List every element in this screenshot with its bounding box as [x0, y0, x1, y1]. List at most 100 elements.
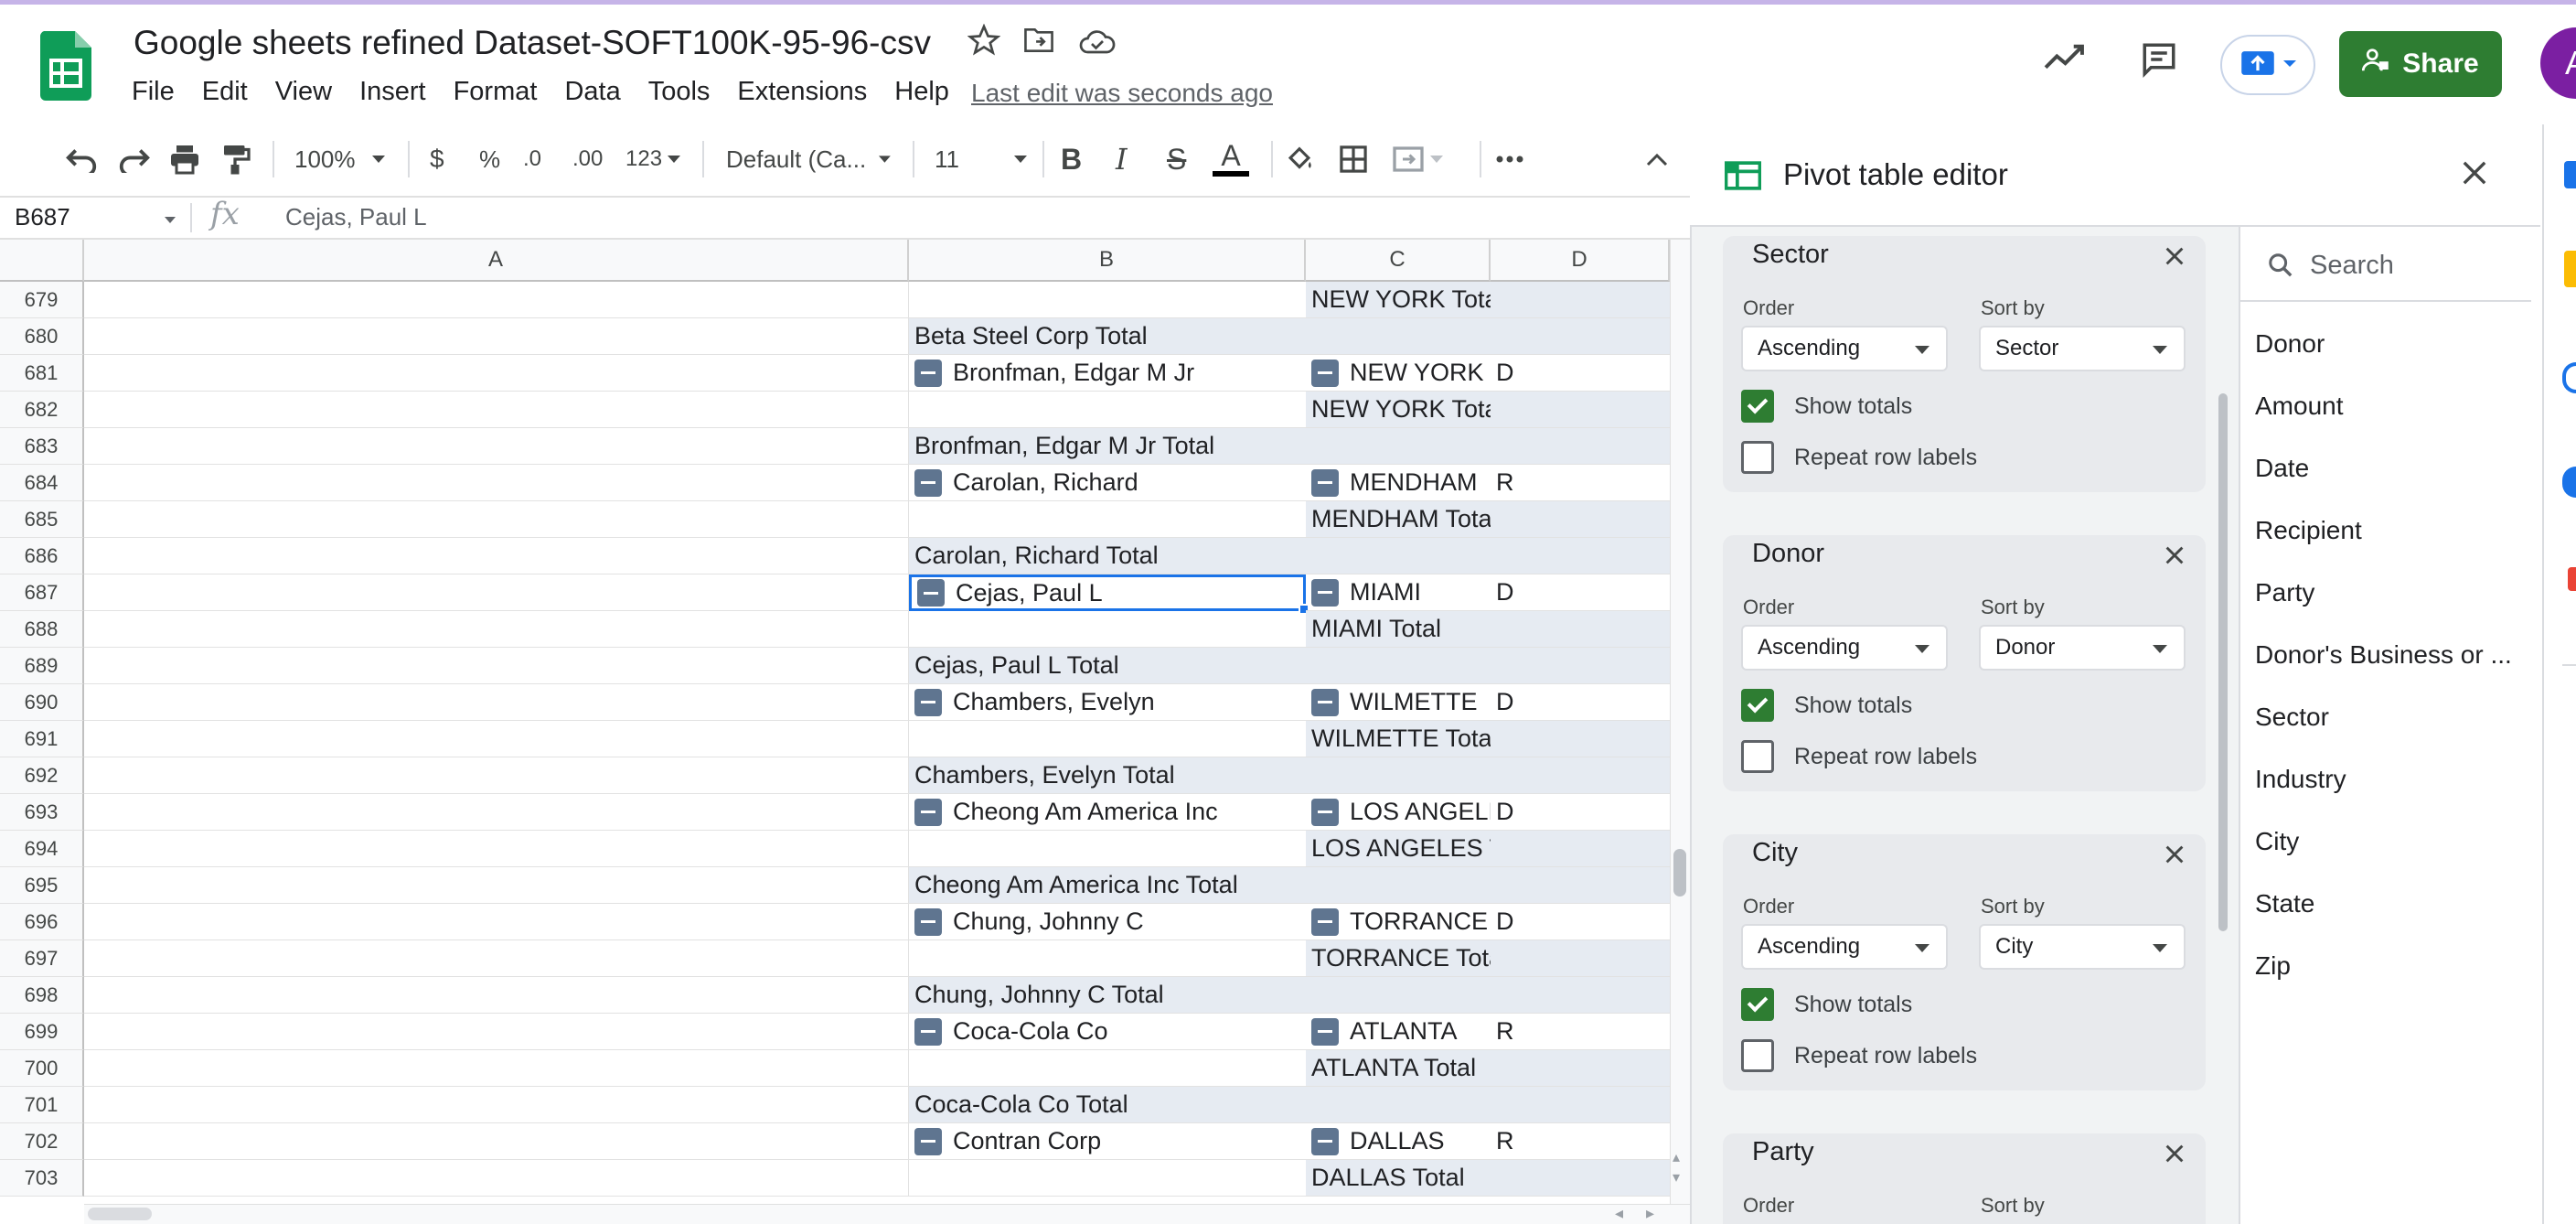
- cell-a[interactable]: [84, 392, 909, 428]
- cell-d[interactable]: [1491, 757, 1670, 794]
- cell-c[interactable]: ATLANTA Total: [1306, 1050, 1491, 1087]
- maps-icon[interactable]: [2568, 567, 2576, 591]
- cell-a[interactable]: [84, 867, 909, 904]
- row-header[interactable]: 686: [0, 538, 84, 574]
- show-totals-checkbox[interactable]: [1741, 689, 1774, 722]
- field-search-input[interactable]: Search: [2310, 251, 2394, 281]
- scroll-down-arrow-icon[interactable]: ▾: [1673, 1171, 1680, 1186]
- collapse-group-icon[interactable]: [1311, 578, 1339, 607]
- cell-d[interactable]: [1491, 1087, 1670, 1123]
- font-family-select[interactable]: Default (Ca...: [726, 124, 891, 194]
- row-header[interactable]: 693: [0, 794, 84, 831]
- horizontal-scrollbar[interactable]: [84, 1204, 1690, 1224]
- cell-c[interactable]: MENDHAM Total: [1306, 501, 1491, 538]
- scroll-right-arrow-icon[interactable]: ▸: [1646, 1204, 1654, 1223]
- cell-d[interactable]: D: [1491, 574, 1670, 611]
- column-header-b[interactable]: B: [909, 240, 1306, 282]
- menu-insert[interactable]: Insert: [359, 77, 439, 113]
- cell-b[interactable]: Cheong Am America Inc: [909, 794, 1306, 831]
- order-select[interactable]: Ascending: [1741, 625, 1948, 671]
- column-header-a[interactable]: A: [84, 240, 909, 282]
- row-header[interactable]: 701: [0, 1087, 84, 1123]
- comments-icon[interactable]: [2140, 40, 2178, 83]
- row-header[interactable]: 691: [0, 721, 84, 757]
- menu-data[interactable]: Data: [564, 77, 633, 113]
- row-header[interactable]: 698: [0, 977, 84, 1014]
- cell-a[interactable]: [84, 977, 909, 1014]
- collapse-group-icon[interactable]: [914, 907, 942, 936]
- cell-c[interactable]: MIAMI Total: [1306, 611, 1491, 648]
- paint-format-icon[interactable]: [219, 124, 251, 194]
- repeat-row-labels-checkbox[interactable]: [1741, 1039, 1774, 1072]
- cell-c[interactable]: DALLAS: [1306, 1123, 1491, 1160]
- cell-b[interactable]: Coca-Cola Co Total: [909, 1087, 1306, 1123]
- cell-d[interactable]: D: [1491, 904, 1670, 940]
- cell-d[interactable]: [1491, 1050, 1670, 1087]
- cell-a[interactable]: [84, 574, 909, 611]
- cell-b[interactable]: Carolan, Richard Total: [909, 538, 1306, 574]
- account-avatar[interactable]: A: [2540, 27, 2576, 99]
- vertical-scroll-thumb[interactable]: [1673, 849, 1686, 897]
- menu-file[interactable]: File: [132, 77, 187, 113]
- pivot-panel-scrollbar[interactable]: [2218, 393, 2228, 931]
- field-item[interactable]: Date: [2255, 454, 2529, 483]
- text-color-button[interactable]: A: [1213, 124, 1249, 194]
- cell-d[interactable]: [1491, 831, 1670, 867]
- cell-c[interactable]: LOS ANGELES: [1306, 794, 1491, 831]
- font-size-select[interactable]: 11: [935, 124, 1027, 194]
- cell-d[interactable]: [1491, 392, 1670, 428]
- field-item[interactable]: State: [2255, 889, 2529, 918]
- keep-icon[interactable]: [2564, 251, 2576, 287]
- show-totals-checkbox[interactable]: [1741, 390, 1774, 423]
- present-button[interactable]: [2220, 35, 2315, 95]
- name-box-caret-icon[interactable]: [165, 212, 176, 229]
- remove-field-icon[interactable]: [2164, 838, 2186, 874]
- cell-a[interactable]: [84, 428, 909, 465]
- name-box[interactable]: B687: [15, 203, 70, 231]
- cell-d[interactable]: [1491, 611, 1670, 648]
- collapse-group-icon[interactable]: [1311, 907, 1339, 936]
- cell-d[interactable]: D: [1491, 355, 1670, 392]
- cell-b[interactable]: Cheong Am America Inc Total: [909, 867, 1306, 904]
- scroll-left-arrow-icon[interactable]: ◂: [1615, 1204, 1623, 1223]
- cell-d[interactable]: D: [1491, 794, 1670, 831]
- collapse-group-icon[interactable]: [914, 798, 942, 826]
- field-item[interactable]: Zip: [2255, 951, 2529, 981]
- cell-a[interactable]: [84, 757, 909, 794]
- strikethrough-button[interactable]: S: [1167, 124, 1186, 194]
- move-folder-icon[interactable]: [1022, 26, 1055, 59]
- menu-extensions[interactable]: Extensions: [737, 77, 880, 113]
- cell-b[interactable]: Chambers, Evelyn Total: [909, 757, 1306, 794]
- cell-a[interactable]: [84, 794, 909, 831]
- cell-b[interactable]: [909, 940, 1306, 977]
- cell-c[interactable]: [1306, 867, 1491, 904]
- cell-b[interactable]: [909, 282, 1306, 318]
- number-format-select[interactable]: 123: [625, 124, 681, 194]
- menu-view[interactable]: View: [275, 77, 345, 113]
- borders-icon[interactable]: [1339, 124, 1368, 194]
- cell-c[interactable]: TORRANCE Total: [1306, 940, 1491, 977]
- menu-help[interactable]: Help: [894, 77, 962, 113]
- sheets-logo-icon[interactable]: [39, 31, 91, 101]
- collapse-group-icon[interactable]: [1311, 468, 1339, 497]
- collapse-group-icon[interactable]: [1311, 359, 1339, 387]
- column-header-c[interactable]: C: [1306, 240, 1491, 282]
- merge-cells-icon[interactable]: [1392, 124, 1443, 194]
- cell-a[interactable]: [84, 611, 909, 648]
- repeat-row-labels-checkbox[interactable]: [1741, 740, 1774, 773]
- cell-b[interactable]: [909, 392, 1306, 428]
- cell-c[interactable]: ATLANTA: [1306, 1014, 1491, 1050]
- row-header[interactable]: 682: [0, 392, 84, 428]
- order-select[interactable]: Ascending: [1741, 326, 1948, 371]
- cell-b[interactable]: Bronfman, Edgar M Jr Total: [909, 428, 1306, 465]
- cell-c[interactable]: [1306, 977, 1491, 1014]
- cell-a[interactable]: [84, 831, 909, 867]
- cell-b[interactable]: Beta Steel Corp Total: [909, 318, 1306, 355]
- cell-a[interactable]: [84, 1123, 909, 1160]
- field-item[interactable]: Sector: [2255, 703, 2529, 732]
- cell-c[interactable]: DALLAS Total: [1306, 1160, 1491, 1197]
- cell-b[interactable]: Bronfman, Edgar M Jr: [909, 355, 1306, 392]
- cell-a[interactable]: [84, 355, 909, 392]
- field-item[interactable]: Party: [2255, 578, 2529, 607]
- scroll-up-arrow-icon[interactable]: ▴: [1673, 1151, 1680, 1165]
